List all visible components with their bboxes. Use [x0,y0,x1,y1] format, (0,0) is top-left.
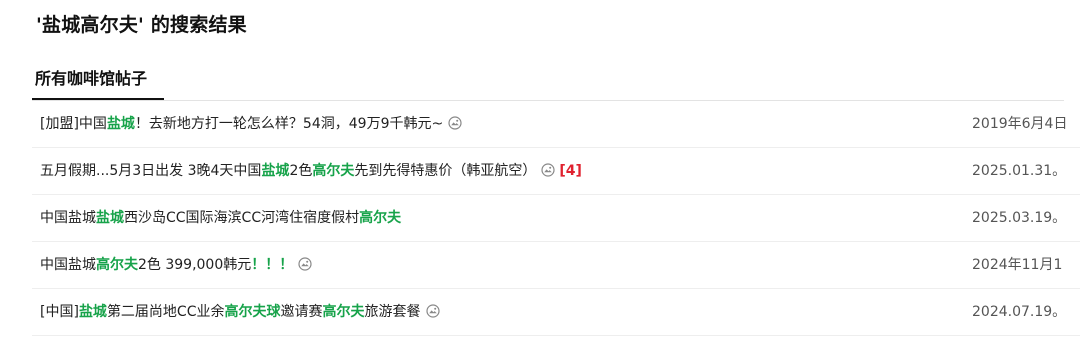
keyword-highlight: 盐城 [96,210,124,226]
keyword-highlight: ！！！ [251,257,294,273]
search-results-list: [加盟]中国盐城！去新地方打一轮怎么样？54洞，49万9千韩元~ 2019年6月4… [32,101,1080,336]
title-text: 旅游套餐 [364,304,421,320]
post-date: 2025.03.19。 [972,210,1067,226]
result-row: 五月假期...5月3日出发 3晚4天中国盐城2色高尔夫先到先得特惠价（韩亚航空）… [32,148,1080,195]
page-title: '盐城高尔夫' 的搜索结果 [36,14,247,36]
post-title-link[interactable]: 中国盐城盐城西沙岛CC国际海滨CC河湾住宿度假村高尔夫 [40,195,401,242]
post-title-link[interactable]: 中国盐城高尔夫2色 399,000韩元！！！ [40,242,312,289]
camera-icon [541,150,555,177]
title-text: 西沙岛CC国际海滨CC河湾住宿度假村 [124,210,360,226]
result-row: 中国盐城盐城西沙岛CC国际海滨CC河湾住宿度假村高尔夫 2025.03.19。 [32,195,1080,242]
tab-all-cafe-posts[interactable]: 所有咖啡馆帖子 [32,62,164,100]
post-date: 2024年11月1 [972,257,1063,273]
title-text: 先到先得特惠价（韩亚航空） [354,163,537,179]
camera-icon [448,103,462,130]
title-text: 中国盐城 [40,257,96,273]
title-text: [加盟]中国 [40,116,107,132]
keyword-highlight: 高尔夫 [322,304,365,320]
post-date: 2025.01.31。 [972,163,1067,179]
tab-bar: 所有咖啡馆帖子 [32,62,1064,101]
keyword-highlight: 盐城 [261,163,290,179]
title-text: 邀请赛 [280,304,323,320]
keyword-highlight: 高尔夫 [359,210,402,226]
post-date: 2024.07.19。 [972,304,1067,320]
camera-icon [425,291,440,318]
keyword-highlight: 高尔夫 [312,163,355,179]
post-title-link[interactable]: [中国]盐城第二届尚地CC业余高尔夫球邀请赛高尔夫旅游套餐 [40,289,440,336]
keyword-highlight: 盐城 [78,304,107,320]
keyword-highlight: 盐城 [106,116,135,132]
reply-count-badge[interactable]: [4] [559,163,582,179]
result-row: 中国盐城高尔夫2色 399,000韩元！！！ 2024年11月1 [32,242,1080,289]
tab-label: 所有咖啡馆帖子 [35,69,148,88]
title-text: [中国] [40,304,79,320]
post-date: 2019年6月4日 [972,116,1068,132]
result-row: [中国]盐城第二届尚地CC业余高尔夫球邀请赛高尔夫旅游套餐 2024.07.19。 [32,289,1080,336]
title-text: ！去新地方打一轮怎么样？54洞，49万9千韩元~ [134,116,444,132]
result-row: [加盟]中国盐城！去新地方打一轮怎么样？54洞，49万9千韩元~ 2019年6月4… [32,101,1080,148]
title-text: 第二届尚地CC业余 [106,304,225,320]
title-text: 2色 [289,163,313,179]
post-title-link[interactable]: [加盟]中国盐城！去新地方打一轮怎么样？54洞，49万9千韩元~ [40,101,462,148]
post-title-link[interactable]: 五月假期...5月3日出发 3晚4天中国盐城2色高尔夫先到先得特惠价（韩亚航空）… [40,148,582,195]
title-text: 五月假期...5月3日出发 3晚4天中国 [40,163,262,179]
title-text: 中国盐城 [40,210,96,226]
keyword-highlight: 高尔夫球 [224,304,281,320]
keyword-highlight: 高尔夫 [96,257,138,273]
camera-icon [298,244,312,271]
title-text: 2色 399,000韩元 [138,257,252,273]
